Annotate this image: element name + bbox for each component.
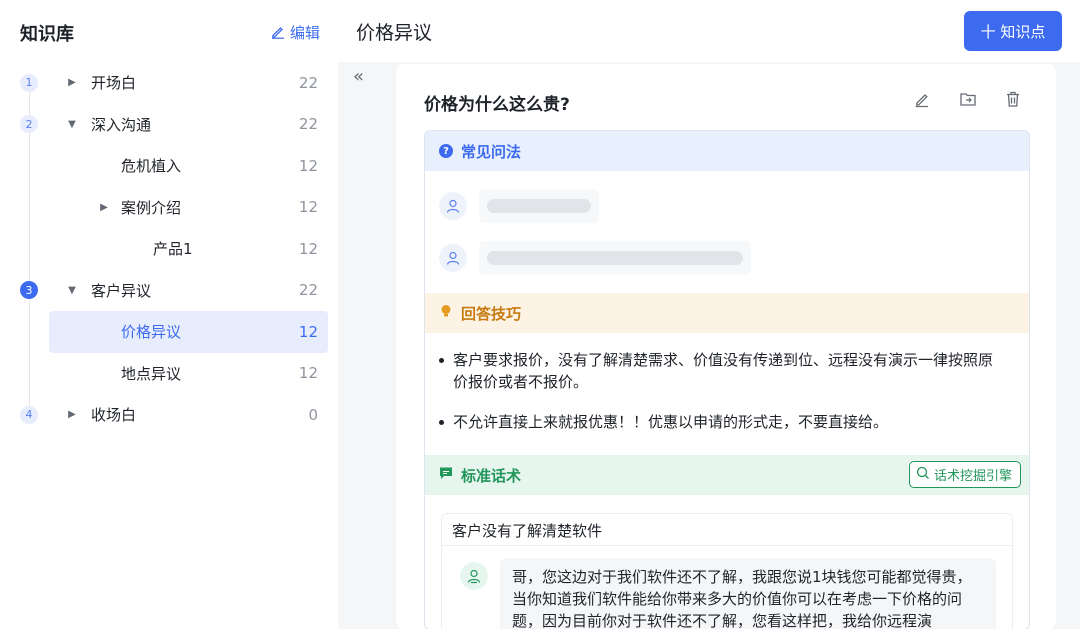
- faq-question-row: [439, 241, 751, 275]
- tree-item-count: 12: [298, 239, 318, 258]
- edit-pencil-icon[interactable]: [912, 89, 932, 109]
- tree-item-count: 0: [308, 405, 318, 424]
- faq-section-header: ? 常见问法: [425, 131, 1029, 171]
- tree-item-count: 12: [298, 198, 318, 217]
- tree-item-customer-objection[interactable]: 3 ▼ 客户异议 22: [0, 270, 338, 312]
- caret-down-icon[interactable]: ▼: [67, 119, 77, 130]
- step-number-badge: 3: [20, 281, 38, 300]
- script-answer-bubble: 哥，您这边对于我们软件还不了解，我跟您说1块钱您可能都觉得贵，当你知道我们软件能…: [500, 558, 996, 629]
- script-section-header: 标准话术 话术挖掘引擎: [425, 455, 1029, 495]
- step-number-badge: 4: [20, 405, 38, 424]
- tree-item-price-objection[interactable]: 价格异议 12: [0, 311, 338, 353]
- pencil-icon: [270, 23, 286, 43]
- caret-right-icon[interactable]: ▶: [67, 77, 77, 88]
- tree-item-count: 12: [298, 364, 318, 383]
- caret-right-icon[interactable]: ▶: [67, 409, 77, 420]
- add-knowledge-point-button[interactable]: 十 知识点: [964, 11, 1062, 51]
- faq-question-row: [439, 189, 599, 223]
- tree-item-count: 22: [298, 281, 318, 300]
- tree-item-label: 开场白: [91, 74, 137, 93]
- tree-item-deep-communication[interactable]: 2 ▼ 深入沟通 22: [0, 104, 338, 146]
- tree-item-label: 地点异议: [121, 364, 182, 383]
- script-case-title: 客户没有了解清楚软件: [452, 522, 603, 540]
- collapse-sidebar-icon[interactable]: «: [353, 66, 364, 87]
- selected-highlight: [49, 311, 328, 353]
- tree-item-count: 12: [298, 322, 318, 341]
- page-title: 价格异议: [356, 22, 433, 44]
- caret-down-icon[interactable]: ▼: [67, 285, 77, 296]
- sidebar-title: 知识库: [20, 24, 74, 45]
- tree-item-case-intro[interactable]: ▶ 案例介绍 12: [0, 187, 338, 229]
- caret-right-icon[interactable]: ▶: [99, 202, 109, 213]
- tree-item-label: 客户异议: [91, 281, 152, 300]
- tree-item-location-objection[interactable]: 地点异议 12: [0, 353, 338, 395]
- user-avatar-icon: [439, 192, 467, 220]
- tree-item-count: 22: [298, 115, 318, 134]
- script-case-card: 客户没有了解清楚软件 哥，您这边对于我们软件还不了解，我跟您说1块钱您可能都觉得…: [441, 513, 1013, 629]
- delete-trash-icon[interactable]: [1003, 89, 1023, 109]
- tips-title: 回答技巧: [461, 304, 522, 323]
- knowledge-sidebar: 知识库 编辑 1 ▶ 开场白 22 2 ▼ 深入沟通 22 危机植入 12 ▶ …: [0, 0, 338, 629]
- tree-item-count: 22: [298, 73, 318, 92]
- step-number-badge: 2: [20, 115, 38, 134]
- tree-item-label: 案例介绍: [121, 198, 182, 217]
- mining-engine-label: 话术挖掘引擎: [933, 469, 1012, 484]
- lightbulb-icon: [439, 304, 453, 322]
- tree-item-label: 产品1: [153, 240, 193, 259]
- divider: [442, 545, 1012, 546]
- tree-item-label: 危机植入: [121, 157, 182, 176]
- question-circle-icon: ?: [439, 144, 453, 158]
- edit-button[interactable]: 编辑: [270, 22, 320, 43]
- script-mining-engine-button[interactable]: 话术挖掘引擎: [908, 461, 1021, 488]
- placeholder-bar: [487, 251, 743, 265]
- tip-item: 客户要求报价，没有了解清楚需求、价值没有传递到位、远程没有演示一律按照原价报价或…: [439, 349, 999, 393]
- placeholder-bubble: [479, 189, 599, 223]
- search-icon: [916, 466, 930, 484]
- question-title: 价格为什么这么贵?: [424, 95, 570, 115]
- faq-title: 常见问法: [461, 142, 522, 161]
- tip-item: 不允许直接上来就报优惠！！优惠以申请的形式走，不要直接给。: [439, 411, 999, 433]
- tips-section-header: 回答技巧: [425, 293, 1029, 333]
- tree-item-product-1[interactable]: 产品1 12: [0, 228, 338, 270]
- placeholder-bubble: [479, 241, 751, 275]
- tree-item-label: 价格异议: [121, 323, 182, 342]
- tree-item-crisis-implant[interactable]: 危机植入 12: [0, 145, 338, 187]
- agent-avatar-icon: [460, 562, 488, 590]
- tree-item-opening[interactable]: 1 ▶ 开场白 22: [0, 62, 338, 104]
- move-folder-icon[interactable]: [958, 89, 978, 109]
- sidebar-header: 知识库 编辑: [20, 18, 320, 46]
- tips-list: 客户要求报价，没有了解清楚需求、价值没有传递到位、远程没有演示一律按照原价报价或…: [439, 349, 999, 451]
- placeholder-bar: [487, 199, 591, 213]
- edit-label: 编辑: [289, 24, 320, 42]
- tree-item-label: 收场白: [91, 406, 137, 425]
- tree-item-label: 深入沟通: [91, 115, 152, 134]
- knowledge-tree: 1 ▶ 开场白 22 2 ▼ 深入沟通 22 危机植入 12 ▶ 案例介绍 12…: [0, 62, 338, 436]
- answer-section-box: ? 常见问法 回答技巧 客户要求报价，没有了解清楚需求、价值没有传递到位、远程没…: [424, 130, 1030, 629]
- chat-bubble-icon: [439, 466, 453, 484]
- tree-item-count: 12: [298, 156, 318, 175]
- user-avatar-icon: [439, 244, 467, 272]
- script-title: 标准话术: [461, 466, 522, 485]
- tree-item-closing[interactable]: 4 ▶ 收场白 0: [0, 394, 338, 436]
- step-number-badge: 1: [20, 73, 38, 92]
